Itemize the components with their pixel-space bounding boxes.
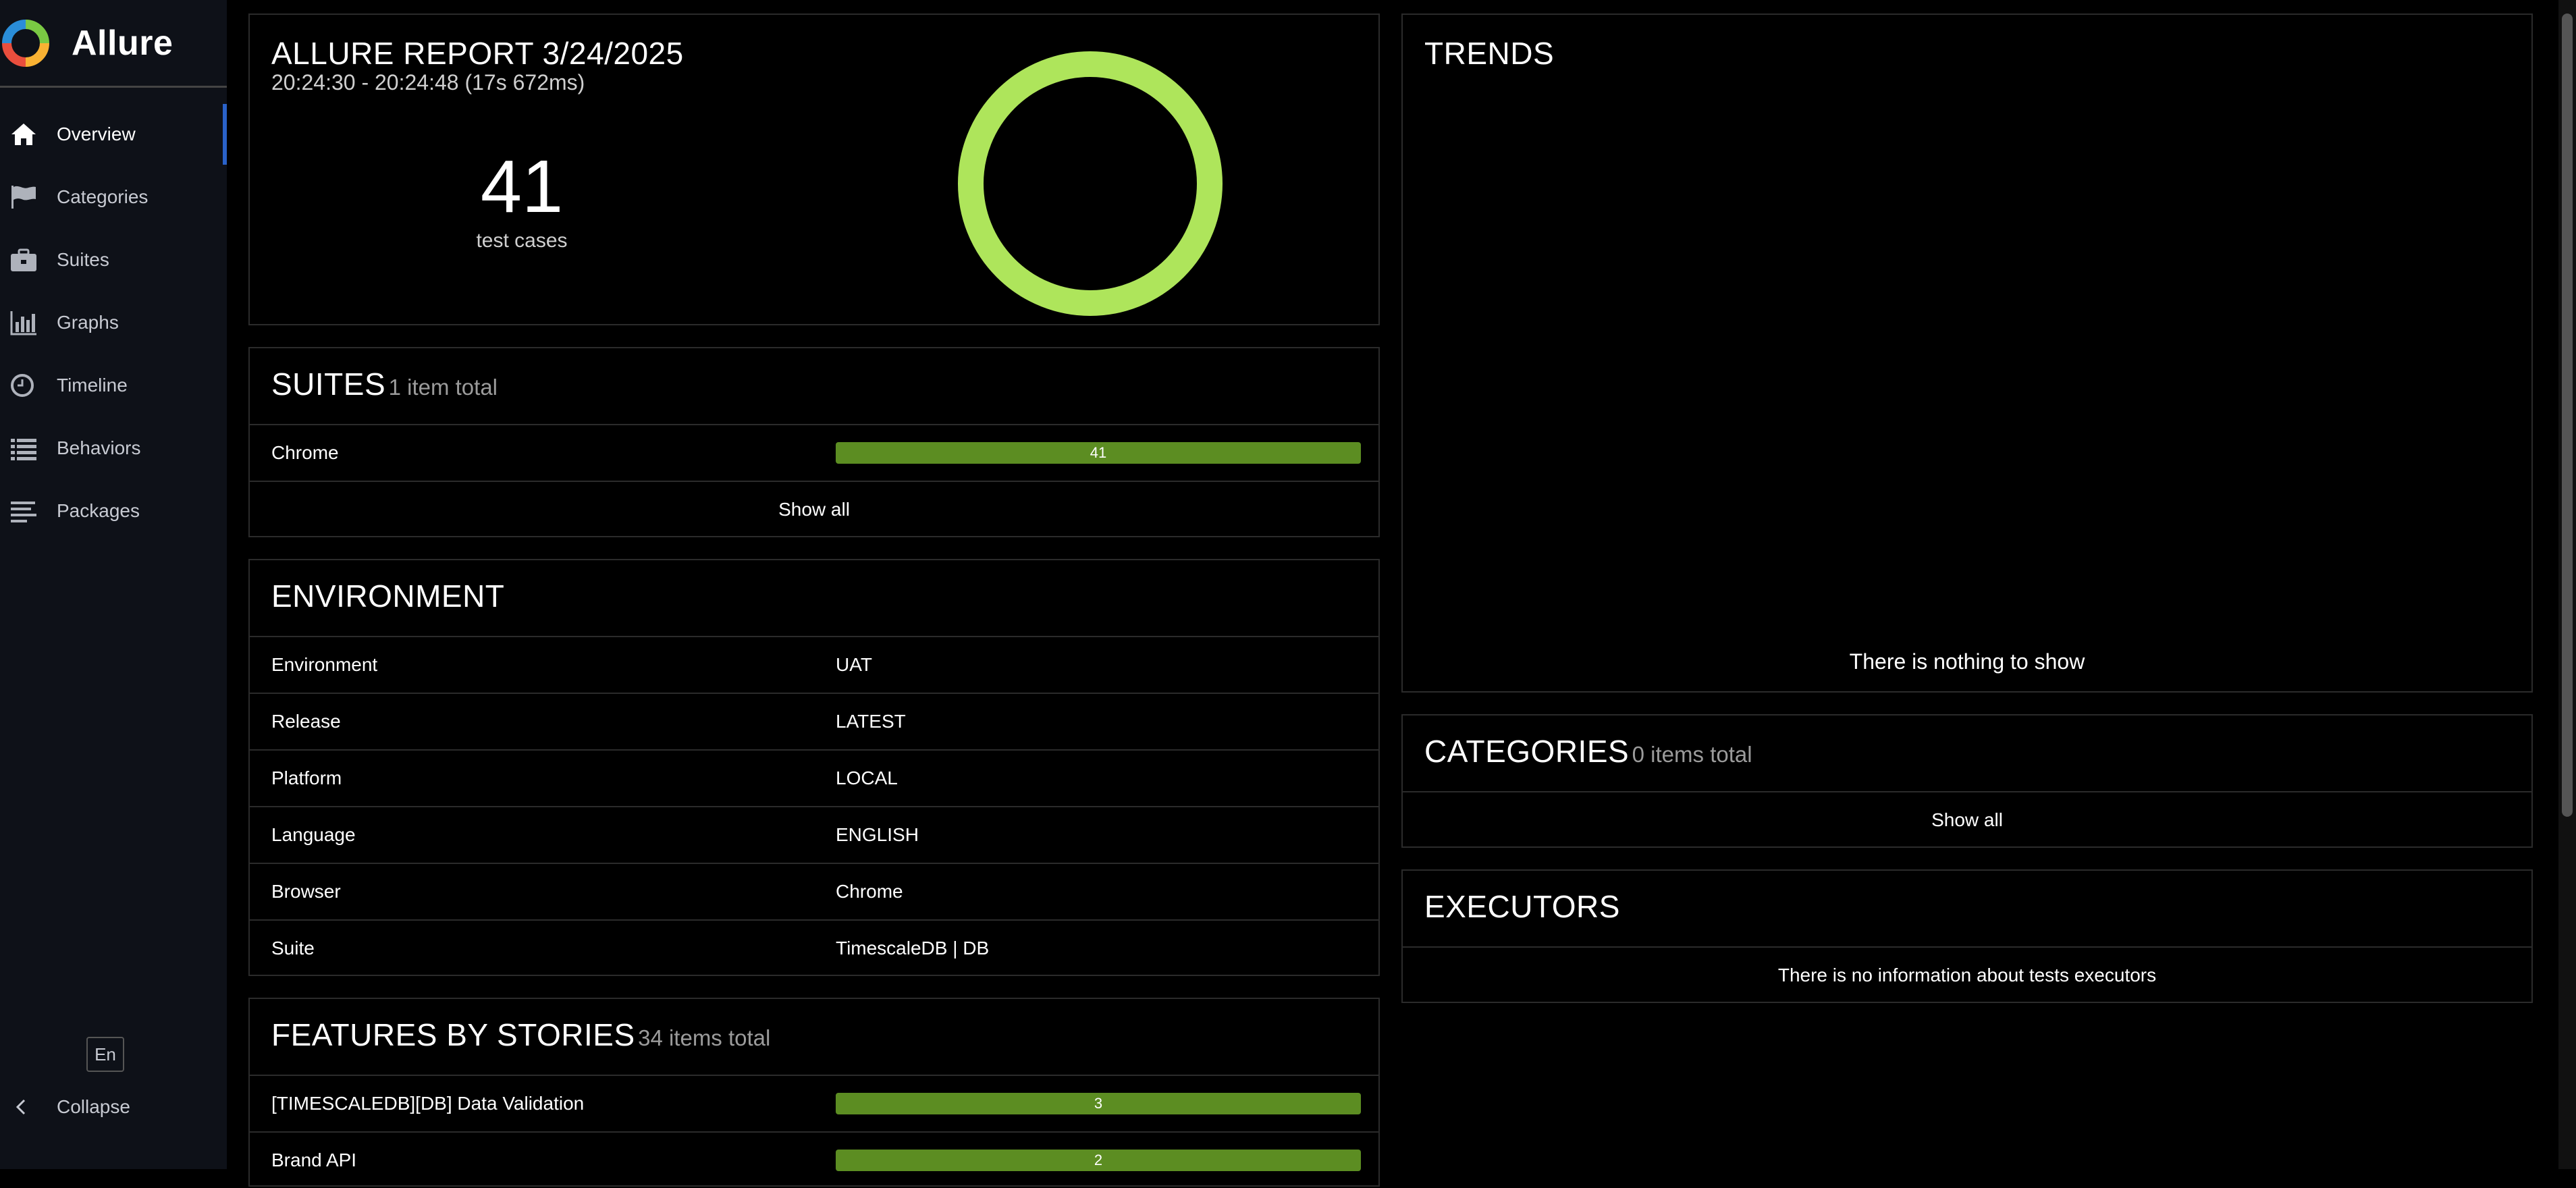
features-count: 34 items total	[638, 1025, 771, 1050]
brand-name: Allure	[72, 23, 173, 63]
sidebar-item-label: Categories	[57, 186, 149, 207]
bar-chart-icon	[9, 307, 41, 338]
env-key: Release	[271, 711, 341, 732]
env-key: Platform	[271, 767, 342, 788]
environment-header: ENVIRONMENT	[250, 560, 1378, 636]
collapse-label: Collapse	[57, 1096, 130, 1117]
environment-widget: ENVIRONMENT Environment UAT Release LATE…	[248, 559, 1380, 976]
table-row[interactable]: [TIMESCALEDB][DB] Data Validation 3	[250, 1075, 1378, 1131]
env-value: LATEST	[836, 711, 906, 732]
list-icon	[9, 433, 41, 464]
sidebar: Allure Overview Categories Suites Graphs	[0, 0, 227, 1169]
clock-icon	[9, 370, 41, 401]
env-value: TimescaleDB | DB	[836, 938, 990, 959]
features-header: FEATURES BY STORIES 34 items total	[250, 999, 1378, 1075]
table-row: Suite TimescaleDB | DB	[250, 919, 1378, 976]
status-donut-chart[interactable]	[955, 49, 1225, 319]
table-row: Platform LOCAL	[250, 749, 1378, 806]
suite-name: Chrome	[271, 442, 339, 463]
allure-logo-icon	[2, 19, 49, 67]
suites-title: SUITES	[271, 367, 386, 402]
executors-empty-message: There is no information about tests exec…	[1403, 946, 2531, 1003]
donut-ring-passed	[958, 51, 1223, 316]
test-count: 41	[480, 145, 564, 228]
feature-name: Brand API	[271, 1150, 357, 1170]
chevron-left-icon	[16, 1099, 26, 1115]
collapse-button[interactable]: Collapse	[9, 1090, 130, 1124]
trend-empty-message: There is nothing to show	[1849, 649, 2085, 674]
home-icon	[9, 119, 41, 150]
suites-show-all-link[interactable]: Show all	[250, 481, 1378, 537]
table-row: Language ENGLISH	[250, 806, 1378, 863]
sidebar-item-label: Behaviors	[57, 437, 141, 458]
table-row[interactable]: Chrome 41	[250, 424, 1378, 481]
sidebar-item-overview[interactable]: Overview	[0, 103, 227, 165]
table-row: Environment UAT	[250, 636, 1378, 693]
scrollbar-thumb[interactable]	[2562, 14, 2573, 817]
table-row: Browser Chrome	[250, 863, 1378, 919]
align-left-icon	[9, 495, 41, 526]
env-value: LOCAL	[836, 767, 898, 788]
env-key: Suite	[271, 938, 315, 959]
env-key: Language	[271, 824, 356, 845]
categories-count: 0 items total	[1632, 742, 1752, 767]
sidebar-item-categories[interactable]: Categories	[0, 165, 227, 228]
brand[interactable]: Allure	[0, 0, 227, 88]
features-widget: FEATURES BY STORIES 34 items total [TIME…	[248, 998, 1380, 1187]
language-switch-button[interactable]: En	[86, 1037, 124, 1072]
report-time-range: 20:24:30 - 20:24:48 (17s 672ms)	[271, 70, 585, 94]
sidebar-item-label: Packages	[57, 500, 140, 521]
suites-widget: SUITES 1 item total Chrome 41 Show all	[248, 347, 1380, 537]
sidebar-nav: Overview Categories Suites Graphs Timeli…	[0, 103, 227, 542]
feature-name: [TIMESCALEDB][DB] Data Validation	[271, 1093, 585, 1114]
categories-show-all-link[interactable]: Show all	[1403, 791, 2531, 848]
suites-count: 1 item total	[388, 375, 498, 400]
passed-bar: 41	[836, 442, 1361, 464]
briefcase-icon	[9, 244, 41, 275]
categories-title: CATEGORIES	[1424, 734, 1630, 769]
env-value: ENGLISH	[836, 824, 919, 845]
sidebar-item-label: Suites	[57, 248, 109, 270]
env-key: Browser	[271, 881, 341, 902]
sidebar-item-suites[interactable]: Suites	[0, 228, 227, 291]
test-count-label: test cases	[476, 230, 568, 252]
categories-header: CATEGORIES 0 items total	[1403, 716, 2531, 791]
sidebar-item-label: Overview	[57, 123, 136, 144]
features-title: FEATURES BY STORIES	[271, 1017, 635, 1052]
env-value: UAT	[836, 654, 872, 675]
passed-bar: 2	[836, 1150, 1361, 1171]
sidebar-item-timeline[interactable]: Timeline	[0, 354, 227, 416]
trend-widget: TRENDS There is nothing to show	[1401, 14, 2533, 693]
report-title: ALLURE REPORT 3/24/2025	[271, 36, 684, 71]
environment-title: ENVIRONMENT	[271, 578, 505, 614]
table-row: Release LATEST	[250, 693, 1378, 749]
trend-title: TRENDS	[1424, 36, 1555, 71]
sidebar-item-packages[interactable]: Packages	[0, 479, 227, 542]
executors-widget: EXECUTORS There is no information about …	[1401, 869, 2533, 1003]
env-key: Environment	[271, 654, 378, 675]
suites-header: SUITES 1 item total	[250, 348, 1378, 424]
sidebar-item-behaviors[interactable]: Behaviors	[0, 416, 227, 479]
table-row[interactable]: Brand API 2	[250, 1131, 1378, 1188]
sidebar-item-label: Graphs	[57, 311, 119, 333]
executors-title: EXECUTORS	[1424, 889, 1620, 924]
summary-widget: ALLURE REPORT 3/24/2025 20:24:30 - 20:24…	[248, 14, 1380, 325]
flag-icon	[9, 182, 41, 213]
env-value: Chrome	[836, 881, 903, 902]
categories-widget: CATEGORIES 0 items total Show all	[1401, 714, 2533, 848]
sidebar-item-graphs[interactable]: Graphs	[0, 291, 227, 354]
sidebar-item-label: Timeline	[57, 374, 128, 396]
executors-header: EXECUTORS	[1403, 871, 2531, 946]
passed-bar: 3	[836, 1093, 1361, 1114]
